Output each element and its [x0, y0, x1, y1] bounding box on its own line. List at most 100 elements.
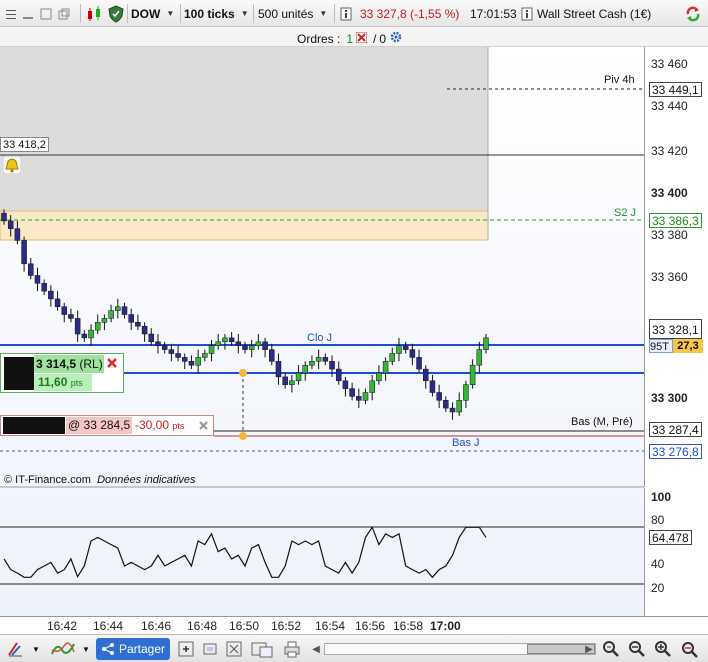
bas-mpre-tag: 33 287,4 — [649, 422, 702, 437]
candle-down — [155, 341, 161, 346]
bottom-toolbar: ▼ ▼ Partager ◀ ▶ — [0, 634, 708, 662]
scroll-left-button[interactable]: ◀ — [308, 640, 324, 658]
minimize-icon[interactable] — [22, 3, 34, 24]
shield-icon[interactable] — [108, 3, 124, 24]
close-position-icon[interactable] — [105, 356, 119, 373]
candle-down — [141, 325, 148, 335]
candle-up — [376, 372, 382, 382]
quote-time: 17:01:53 — [470, 6, 517, 21]
rsi-line — [3, 526, 487, 579]
main-toolbar: DOW ▼ 100 ticks ▼ 500 unités ▼ 33 327,8 (-1… — [0, 0, 708, 27]
orders-open-count[interactable]: 1 — [346, 32, 353, 46]
indicator-axis[interactable]: 100 80 40 20 64,478 — [644, 488, 708, 616]
interval-select[interactable]: 100 ticks ▼ — [184, 3, 249, 24]
cancel-stop-icon[interactable] — [197, 419, 210, 435]
candle-down — [269, 349, 275, 362]
time-tick: 16:50 — [229, 619, 260, 633]
drawing-dropdown[interactable]: ▼ — [30, 641, 42, 657]
expand-icon[interactable] — [224, 639, 244, 659]
candle-down — [228, 337, 235, 343]
instrument-info-icon[interactable] — [521, 3, 533, 24]
candle-down — [21, 240, 27, 265]
layout-icon[interactable] — [248, 639, 276, 659]
detach-icon[interactable] — [58, 3, 70, 24]
candle-down — [322, 357, 329, 362]
drawing-tools-icon[interactable] — [4, 639, 26, 659]
time-scrollbar[interactable] — [324, 643, 596, 655]
candle-up — [469, 364, 476, 385]
time-tick: 16:56 — [355, 619, 386, 633]
candlestick-type-icon[interactable] — [86, 3, 104, 24]
candle-up — [382, 361, 389, 374]
candle-down — [282, 376, 288, 385]
menu-lines-icon[interactable] — [4, 3, 18, 24]
stop-redacted — [3, 417, 65, 434]
price-tick: 33 440 — [651, 99, 688, 113]
bell-icon[interactable] — [2, 155, 22, 177]
quantity-select[interactable]: 500 unités ▼ — [258, 3, 327, 24]
indicators-icon[interactable] — [48, 639, 78, 659]
candle-down — [128, 314, 134, 323]
refresh-icon[interactable] — [684, 3, 702, 24]
alert-price-tag[interactable]: 33 418,2 — [0, 137, 49, 152]
orders-pending-count[interactable]: 0 — [379, 32, 386, 46]
orders-settings-icon[interactable] — [389, 30, 403, 47]
stop-pts: -30,00 pts — [135, 418, 185, 432]
info-icon[interactable] — [340, 3, 352, 24]
candle-down — [342, 380, 349, 389]
candle-up — [302, 364, 308, 374]
print-icon[interactable] — [280, 639, 304, 659]
time-tick: 16:52 — [271, 619, 302, 633]
candle-up — [88, 329, 94, 339]
candle-up — [208, 345, 215, 354]
window-icon[interactable] — [40, 3, 52, 24]
time-tick: 16:46 — [141, 619, 172, 633]
price-axis[interactable]: 33 460 33 440 33 420 33 400 33 380 33 36… — [644, 47, 708, 487]
scroll-right-button[interactable]: ▶ — [581, 640, 597, 658]
cancel-orders-icon[interactable] — [355, 31, 368, 46]
orders-label: Ordres : — [297, 31, 341, 46]
indicators-dropdown[interactable]: ▼ — [80, 641, 92, 657]
candle-down — [443, 400, 449, 409]
price-chart[interactable]: 33 418,2 Piv 4h S2 J Clo J Bas (M, Pré) … — [0, 47, 644, 616]
price-tick: 33 300 — [651, 391, 688, 405]
candle-down — [402, 345, 409, 350]
candle-up — [396, 345, 402, 354]
candle-down — [148, 333, 155, 343]
candle-down — [409, 349, 416, 358]
session-shade — [0, 47, 488, 211]
price-tick: 33 380 — [651, 228, 688, 242]
source-text: © IT-Finance.com — [4, 474, 91, 486]
candle-up — [115, 306, 121, 311]
candle-down — [436, 392, 442, 401]
candle-down — [182, 357, 188, 362]
basj-label: Bas J — [452, 437, 480, 449]
candle-down — [329, 361, 335, 370]
position-box[interactable]: 3 314,5 (RL) 11,60 pts — [0, 353, 124, 393]
candle-up — [362, 392, 369, 401]
candle-up — [202, 353, 208, 358]
share-button[interactable]: Partager — [96, 638, 170, 660]
zoom-plus-icon[interactable] — [652, 639, 674, 659]
share-icon — [101, 643, 114, 655]
candle-up — [248, 345, 255, 350]
reset-zoom-icon[interactable] — [678, 639, 702, 659]
candle-down — [68, 314, 74, 319]
candle-down — [121, 306, 128, 315]
symbol-select[interactable]: DOW ▼ — [131, 3, 174, 24]
candle-down — [429, 380, 436, 393]
fit-icon[interactable] — [200, 639, 220, 659]
time-tick: 16:54 — [315, 619, 346, 633]
indicator-tick: 20 — [651, 581, 665, 595]
share-label: Partager — [118, 642, 166, 656]
candle-down — [262, 341, 268, 350]
zoom-search-icon[interactable] — [600, 639, 622, 659]
zoom-in-icon[interactable] — [176, 639, 196, 659]
candle-down — [423, 368, 429, 382]
candle-down — [28, 263, 34, 276]
source-note: Données indicatives — [97, 474, 196, 486]
time-axis[interactable]: 16:42 16:44 16:46 16:48 16:50 16:52 16:5… — [0, 616, 708, 634]
ask-tag: 27,3 — [673, 339, 703, 353]
stop-order-box[interactable]: @ 33 284,5 -30,00 pts — [0, 415, 214, 436]
zoom-out-icon[interactable] — [626, 639, 648, 659]
